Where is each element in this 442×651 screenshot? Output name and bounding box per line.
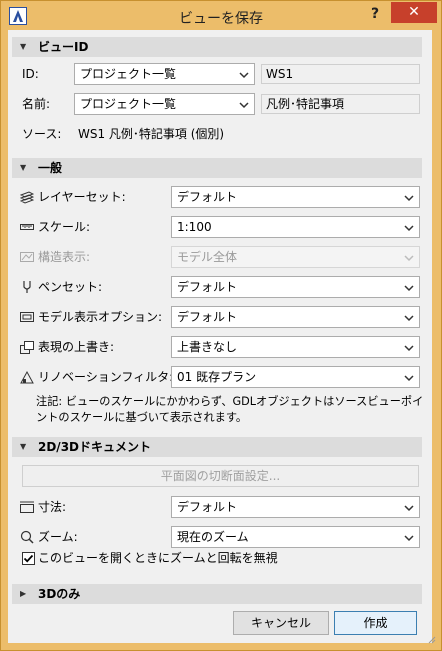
chevron-down-icon bbox=[404, 375, 414, 382]
pen-set-select[interactable]: デフォルト bbox=[171, 276, 420, 298]
scale-note-text: 注記: ビューのスケールにかかわらず、GDLオブジェクトはソースビューポイントの… bbox=[36, 395, 424, 424]
collapse-triangle-icon: ▼ bbox=[20, 42, 27, 51]
section-3d-only-header[interactable]: ▶ 3Dのみ bbox=[12, 584, 422, 604]
ignore-zoom-rotation-checkbox[interactable] bbox=[22, 552, 35, 565]
id-scheme-value: プロジェクト一覧 bbox=[80, 67, 177, 81]
dimension-icon bbox=[20, 501, 34, 513]
chevron-down-icon bbox=[404, 315, 414, 322]
source-value: WS1 凡例･特記事項 (個別) bbox=[78, 127, 225, 141]
layer-set-label: レイヤーセット: bbox=[38, 190, 126, 204]
chevron-down-icon bbox=[404, 535, 414, 542]
name-scheme-select[interactable]: プロジェクト一覧 bbox=[74, 93, 255, 115]
graphic-override-icon bbox=[20, 341, 34, 354]
expand-triangle-icon: ▶ bbox=[20, 589, 27, 598]
section-general-header[interactable]: ▼ 一般 bbox=[12, 158, 422, 178]
scale-value: 1:100 bbox=[177, 220, 212, 234]
chevron-down-icon bbox=[404, 345, 414, 352]
layers-icon bbox=[20, 191, 34, 204]
dimension-select[interactable]: デフォルト bbox=[171, 496, 420, 518]
source-label: ソース: bbox=[22, 127, 62, 141]
title-bar: ビューを保存 ? ✕ bbox=[1, 1, 441, 31]
chevron-down-icon bbox=[404, 505, 414, 512]
model-view-options-icon bbox=[20, 312, 34, 322]
chevron-down-icon bbox=[239, 102, 249, 109]
scale-ruler-icon bbox=[20, 224, 34, 230]
model-view-options-select[interactable]: デフォルト bbox=[171, 306, 420, 328]
structure-display-icon bbox=[20, 252, 34, 262]
section-view-id-header[interactable]: ▼ ビューID bbox=[12, 37, 422, 57]
zoom-magnifier-icon bbox=[20, 530, 34, 544]
graphic-override-select[interactable]: 上書きなし bbox=[171, 336, 420, 358]
id-value-field: WS1 bbox=[261, 64, 420, 84]
cut-plane-settings-button: 平面図の切断面設定... bbox=[22, 465, 419, 487]
structure-display-value: モデル全体 bbox=[177, 250, 238, 264]
ignore-zoom-rotation-label[interactable]: このビューを開くときにズームと回転を無視 bbox=[38, 551, 278, 565]
dimension-label: 寸法: bbox=[38, 500, 67, 514]
section-title: 3Dのみ bbox=[38, 587, 81, 601]
name-value-field: 凡例･特記事項 bbox=[261, 94, 420, 114]
create-button[interactable]: 作成 bbox=[334, 611, 417, 635]
dimension-value: デフォルト bbox=[177, 500, 238, 514]
resize-grip-icon[interactable] bbox=[426, 634, 436, 644]
pen-set-value: デフォルト bbox=[177, 280, 238, 294]
layer-set-value: デフォルト bbox=[177, 190, 238, 204]
cancel-button[interactable]: キャンセル bbox=[233, 611, 329, 635]
chevron-down-icon bbox=[404, 255, 414, 262]
chevron-down-icon bbox=[239, 72, 249, 79]
collapse-triangle-icon: ▼ bbox=[20, 442, 27, 451]
zoom-select[interactable]: 現在のズーム bbox=[171, 526, 420, 548]
graphic-override-label: 表現の上書き: bbox=[38, 340, 115, 354]
section-title: 2D/3Dドキュメント bbox=[38, 440, 152, 454]
chevron-down-icon bbox=[404, 195, 414, 202]
close-button[interactable]: ✕ bbox=[391, 2, 437, 23]
section-2d3d-document-header[interactable]: ▼ 2D/3Dドキュメント bbox=[12, 437, 422, 457]
section-title: ビューID bbox=[38, 40, 89, 54]
checkmark-icon bbox=[23, 554, 34, 563]
scale-select[interactable]: 1:100 bbox=[171, 216, 420, 238]
structure-display-select: モデル全体 bbox=[171, 246, 420, 268]
chevron-down-icon bbox=[404, 285, 414, 292]
scale-label: スケール: bbox=[38, 220, 91, 234]
name-scheme-value: プロジェクト一覧 bbox=[80, 97, 177, 111]
renovation-filter-select[interactable]: 01 既存プラン bbox=[171, 366, 420, 388]
graphic-override-value: 上書きなし bbox=[177, 340, 238, 354]
help-button[interactable]: ? bbox=[363, 4, 387, 24]
layer-set-select[interactable]: デフォルト bbox=[171, 186, 420, 208]
renovation-filter-label: リノベーションフィルタ: bbox=[38, 370, 174, 384]
model-view-options-label: モデル表示オプション: bbox=[38, 310, 163, 324]
section-title: 一般 bbox=[38, 161, 63, 175]
name-label: 名前: bbox=[22, 97, 51, 111]
model-view-options-value: デフォルト bbox=[177, 310, 238, 324]
renovation-filter-value: 01 既存プラン bbox=[177, 370, 257, 384]
pen-icon bbox=[23, 281, 31, 293]
pen-set-label: ペンセット: bbox=[38, 280, 103, 294]
renovation-filter-icon bbox=[20, 370, 34, 384]
structure-display-label: 構造表示: bbox=[38, 250, 91, 264]
zoom-value: 現在のズーム bbox=[177, 530, 249, 544]
zoom-label: ズーム: bbox=[38, 530, 78, 544]
collapse-triangle-icon: ▼ bbox=[20, 163, 27, 172]
id-scheme-select[interactable]: プロジェクト一覧 bbox=[74, 63, 255, 85]
chevron-down-icon bbox=[404, 225, 414, 232]
id-label: ID: bbox=[22, 67, 39, 81]
